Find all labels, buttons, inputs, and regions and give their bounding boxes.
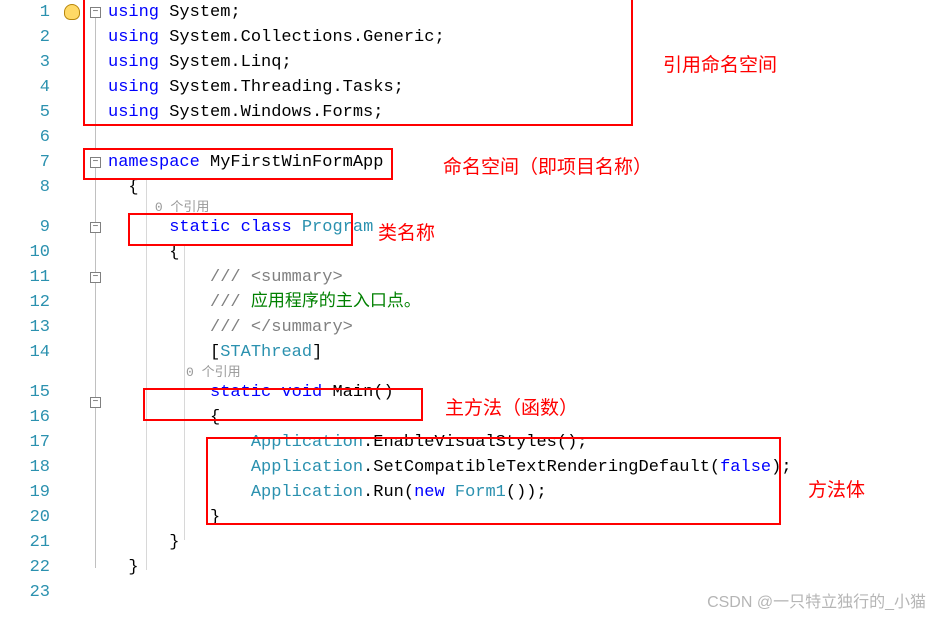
- code-line: }: [108, 505, 938, 530]
- line-number-gutter: 1 2 3 4 5 6 7 8 9 10 11 12 13 14 15 16 1…: [0, 0, 58, 618]
- line-number: 3: [0, 50, 50, 75]
- line-number: 12: [0, 290, 50, 315]
- code-line: using System.Collections.Generic;: [108, 25, 938, 50]
- fold-toggle[interactable]: [90, 272, 101, 283]
- code-line: }: [108, 530, 938, 555]
- fold-column: [88, 0, 108, 618]
- lightbulb-icon[interactable]: [64, 4, 80, 20]
- code-line: /// <summary>: [108, 265, 938, 290]
- code-line: /// </summary>: [108, 315, 938, 340]
- annotation-label-namespace: 命名空间（即项目名称）: [443, 152, 652, 179]
- annotation-label-body: 方法体: [808, 475, 865, 502]
- fold-toggle[interactable]: [90, 157, 101, 168]
- margin-icons: [58, 0, 88, 618]
- annotation-label-class: 类名称: [378, 218, 435, 245]
- line-number: 2: [0, 25, 50, 50]
- line-number: 1: [0, 0, 50, 25]
- line-number: 7: [0, 150, 50, 175]
- line-number: 4: [0, 75, 50, 100]
- codelens-references[interactable]: 0 个引用: [108, 365, 938, 380]
- code-line: static class Program: [108, 215, 938, 240]
- indent-guide: [146, 180, 147, 570]
- codelens-references[interactable]: 0 个引用: [108, 200, 938, 215]
- line-number: 5: [0, 100, 50, 125]
- line-number: 16: [0, 405, 50, 430]
- fold-line: [95, 18, 96, 150]
- code-line: using System;: [108, 0, 938, 25]
- code-line: }: [108, 555, 938, 580]
- fold-toggle[interactable]: [90, 397, 101, 408]
- line-number: 21: [0, 530, 50, 555]
- code-line: {: [108, 240, 938, 265]
- annotation-label-usings: 引用命名空间: [663, 50, 777, 77]
- code-area[interactable]: using System; using System.Collections.G…: [108, 0, 938, 618]
- code-line: /// 应用程序的主入口点。: [108, 290, 938, 315]
- code-line: using System.Windows.Forms;: [108, 100, 938, 125]
- line-number: 13: [0, 315, 50, 340]
- code-line: [STAThread]: [108, 340, 938, 365]
- line-number: 20: [0, 505, 50, 530]
- code-line: using System.Threading.Tasks;: [108, 75, 938, 100]
- line-number: 22: [0, 555, 50, 580]
- watermark: CSDN @一只特立独行的_小猫: [707, 588, 926, 612]
- line-number: 10: [0, 240, 50, 265]
- line-number: 18: [0, 455, 50, 480]
- line-number: 8: [0, 175, 50, 200]
- line-number: 11: [0, 265, 50, 290]
- code-line: [108, 125, 938, 150]
- code-editor: 1 2 3 4 5 6 7 8 9 10 11 12 13 14 15 16 1…: [0, 0, 938, 618]
- line-number: 14: [0, 340, 50, 365]
- line-number: 17: [0, 430, 50, 455]
- code-line: using System.Linq;: [108, 50, 938, 75]
- line-number: 9: [0, 215, 50, 240]
- line-number: 19: [0, 480, 50, 505]
- line-number: 23: [0, 580, 50, 605]
- annotation-label-main: 主方法（函数）: [445, 393, 578, 420]
- line-number: 15: [0, 380, 50, 405]
- indent-guide: [184, 245, 185, 540]
- fold-toggle[interactable]: [90, 222, 101, 233]
- fold-toggle[interactable]: [90, 7, 101, 18]
- code-line: Application.EnableVisualStyles();: [108, 430, 938, 455]
- line-number: 6: [0, 125, 50, 150]
